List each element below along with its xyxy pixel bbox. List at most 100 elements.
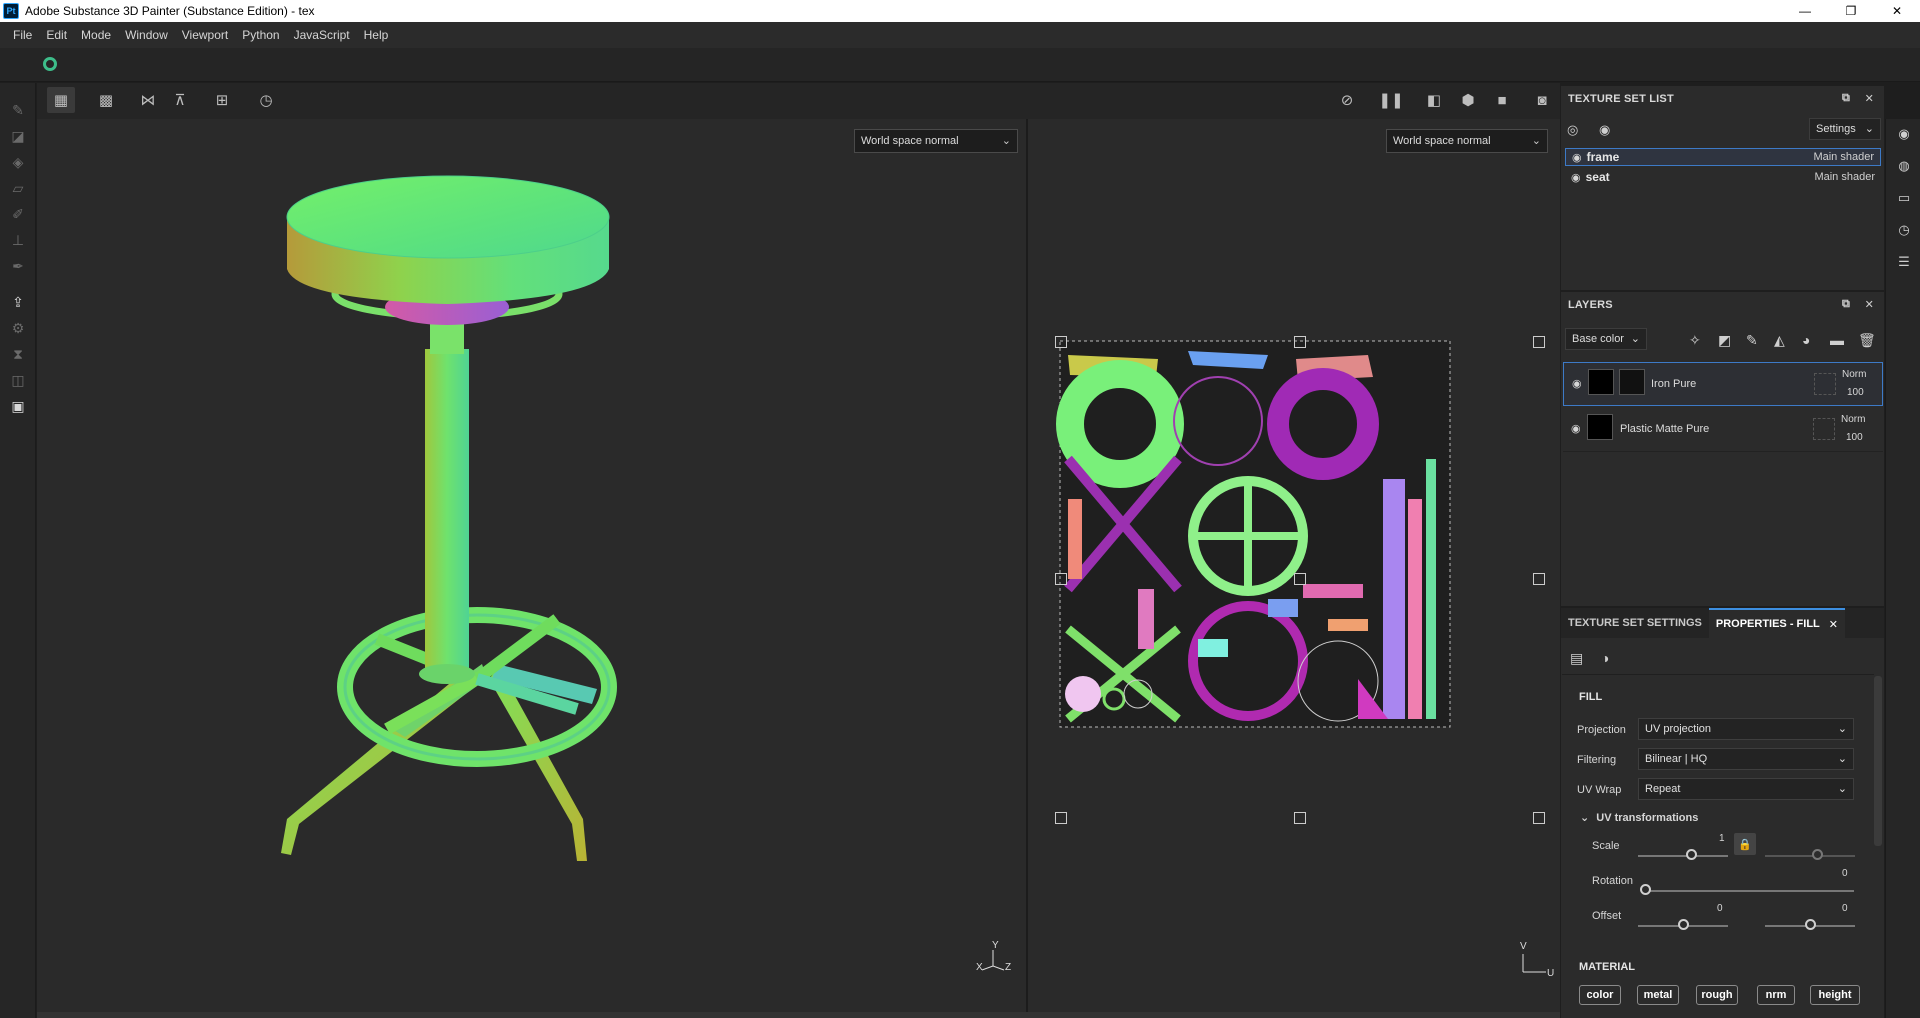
split-view-icon[interactable]: ▩ <box>92 87 120 113</box>
texture-set-frame[interactable]: ◉ frame Main shader <box>1565 148 1881 166</box>
add-smart-material-icon[interactable]: ◕ <box>1802 332 1810 348</box>
smudge-icon[interactable]: ✐ <box>9 205 27 223</box>
channel-metal-button[interactable]: metal <box>1637 985 1679 1005</box>
eye-icon[interactable]: ◉ <box>1571 422 1581 435</box>
scale-value[interactable]: 1 <box>1719 833 1725 844</box>
layer-mask-slot[interactable] <box>1814 373 1836 395</box>
menu-viewport[interactable]: Viewport <box>175 28 235 42</box>
menu-mode[interactable]: Mode <box>74 28 118 42</box>
add-view-icon[interactable]: ⊞ <box>208 87 236 113</box>
eye-icon[interactable]: ◉ <box>1571 171 1581 184</box>
scale-u-slider-track[interactable] <box>1638 855 1728 857</box>
history-icon[interactable]: ◷ <box>252 87 280 113</box>
add-effect-icon[interactable]: ✧ <box>1689 332 1701 349</box>
transform-handle-center[interactable] <box>1294 573 1306 585</box>
menu-window[interactable]: Window <box>118 28 175 42</box>
projection-select[interactable]: UV projection ⌄ <box>1638 718 1854 740</box>
uv-tool-icon[interactable]: ◫ <box>9 371 27 389</box>
viewport-2d-uv[interactable] <box>1028 119 1560 1012</box>
texture-set-shader[interactable]: Main shader <box>1813 151 1874 163</box>
texture-set-seat[interactable]: ◉ seat Main shader <box>1565 168 1881 186</box>
pause-icon[interactable]: ❚❚ <box>1377 87 1405 113</box>
rotation-slider-track[interactable] <box>1644 890 1854 892</box>
texture-set-shader[interactable]: Main shader <box>1814 171 1875 183</box>
projection-icon[interactable]: ◈ <box>9 153 27 171</box>
offset-v-slider-knob[interactable] <box>1805 919 1816 930</box>
minimize-button[interactable]: — <box>1782 0 1828 22</box>
symmetry-y-icon[interactable]: ⊼ <box>166 87 194 113</box>
hourglass-icon[interactable]: ⧗ <box>9 345 27 363</box>
transform-handle-bl[interactable] <box>1055 812 1067 824</box>
add-fill-layer-icon[interactable]: ◭ <box>1774 332 1785 349</box>
log-icon[interactable]: ☰ <box>1895 253 1913 271</box>
layer-blend-mode[interactable]: Norm <box>1842 369 1866 380</box>
menu-javascript[interactable]: JavaScript <box>287 28 357 42</box>
symmetry-x-icon[interactable]: ⋈ <box>134 87 162 113</box>
menu-help[interactable]: Help <box>357 28 396 42</box>
rotation-slider-knob[interactable] <box>1640 884 1651 895</box>
add-folder-icon[interactable]: ▬ <box>1830 332 1844 348</box>
layer-mask-thumbnail[interactable] <box>1619 369 1645 395</box>
layer-iron-pure[interactable]: ◉ Iron Pure Norm 100 <box>1563 362 1883 406</box>
offset-u-value[interactable]: 0 <box>1717 903 1723 914</box>
settings-gear-icon[interactable]: ⚙ <box>9 319 27 337</box>
eye-icon[interactable]: ◉ <box>1599 122 1610 138</box>
layer-opacity[interactable]: 100 <box>1847 387 1864 398</box>
undock-icon[interactable]: ⧉ <box>1842 92 1850 105</box>
menu-file[interactable]: File <box>6 28 39 42</box>
cube-view-icon[interactable]: ⬢ <box>1454 87 1482 113</box>
delete-layer-icon[interactable]: 🗑 <box>1858 332 1876 349</box>
tab-properties-fill[interactable]: PROPERTIES - FILL ✕ <box>1708 608 1845 638</box>
channel-rough-button[interactable]: rough <box>1696 985 1738 1005</box>
transform-handle-bm[interactable] <box>1294 812 1306 824</box>
scale-u-slider-knob[interactable] <box>1686 849 1697 860</box>
history-panel-icon[interactable]: ◷ <box>1895 221 1913 239</box>
transform-handle-mr[interactable] <box>1533 573 1545 585</box>
split-render-icon[interactable]: ◧ <box>1420 87 1448 113</box>
layer-plastic-matte-pure[interactable]: ◉ Plastic Matte Pure Norm 100 <box>1563 408 1883 452</box>
uv-transformations-toggle[interactable]: ⌄ UV transformations <box>1580 811 1698 824</box>
polygon-fill-icon[interactable]: ▱ <box>9 179 27 197</box>
color-mode-icon[interactable]: ◑ <box>1601 650 1609 666</box>
close-icon[interactable]: ✕ <box>1865 92 1874 105</box>
scale-v-slider-knob[interactable] <box>1812 849 1823 860</box>
transform-handle-tm[interactable] <box>1294 336 1306 348</box>
transform-handle-tr[interactable] <box>1533 336 1545 348</box>
solo-eye-icon[interactable]: ◎ <box>1567 122 1578 138</box>
display-settings-icon[interactable]: ◉ <box>1895 125 1913 143</box>
transform-handle-tl[interactable] <box>1055 336 1067 348</box>
image-export-icon[interactable]: ▣ <box>9 397 27 415</box>
viewport-3d-mode-select[interactable]: World space normal ⌄ <box>854 129 1018 153</box>
add-paint-layer-icon[interactable]: ✎ <box>1746 332 1758 349</box>
color-picker-icon[interactable]: ✒ <box>9 257 27 275</box>
undock-icon[interactable]: ⧉ <box>1842 298 1850 311</box>
shelf-icon[interactable]: ▭ <box>1895 189 1913 207</box>
restore-button[interactable]: ❐ <box>1828 0 1874 22</box>
properties-scrollbar[interactable] <box>1874 676 1882 846</box>
hide-icon[interactable]: ⊘ <box>1333 87 1361 113</box>
eye-icon[interactable]: ◉ <box>1572 151 1582 164</box>
channel-height-button[interactable]: height <box>1810 985 1860 1005</box>
plugin-ring-icon[interactable] <box>43 57 57 71</box>
paint-brush-icon[interactable]: ✎ <box>9 101 27 119</box>
clone-stamp-icon[interactable]: ⊥ <box>9 231 27 249</box>
close-icon[interactable]: ✕ <box>1829 618 1838 631</box>
lock-icon[interactable]: 🔒 <box>1734 833 1756 855</box>
layers-channel-select[interactable]: Base color ⌄ <box>1565 328 1647 350</box>
close-icon[interactable]: ✕ <box>1865 298 1874 311</box>
rotation-value[interactable]: 0 <box>1842 868 1848 879</box>
viewport-3d[interactable] <box>37 119 1026 1012</box>
channel-nrm-button[interactable]: nrm <box>1757 985 1795 1005</box>
menu-edit[interactable]: Edit <box>39 28 74 42</box>
uvwrap-select[interactable]: Repeat ⌄ <box>1638 778 1854 800</box>
eye-icon[interactable]: ◉ <box>1572 377 1582 390</box>
transform-handle-br[interactable] <box>1533 812 1545 824</box>
transform-handle-ml[interactable] <box>1055 573 1067 585</box>
bake-export-icon[interactable]: ⇪ <box>9 293 27 311</box>
add-mask-icon[interactable]: ◩ <box>1718 332 1731 349</box>
camera-video-icon[interactable]: ■ <box>1488 87 1516 113</box>
channel-color-button[interactable]: color <box>1579 985 1621 1005</box>
viewport-2d-mode-select[interactable]: World space normal ⌄ <box>1386 129 1548 153</box>
close-window-button[interactable]: ✕ <box>1874 0 1920 22</box>
layer-blend-mode[interactable]: Norm <box>1841 414 1865 425</box>
